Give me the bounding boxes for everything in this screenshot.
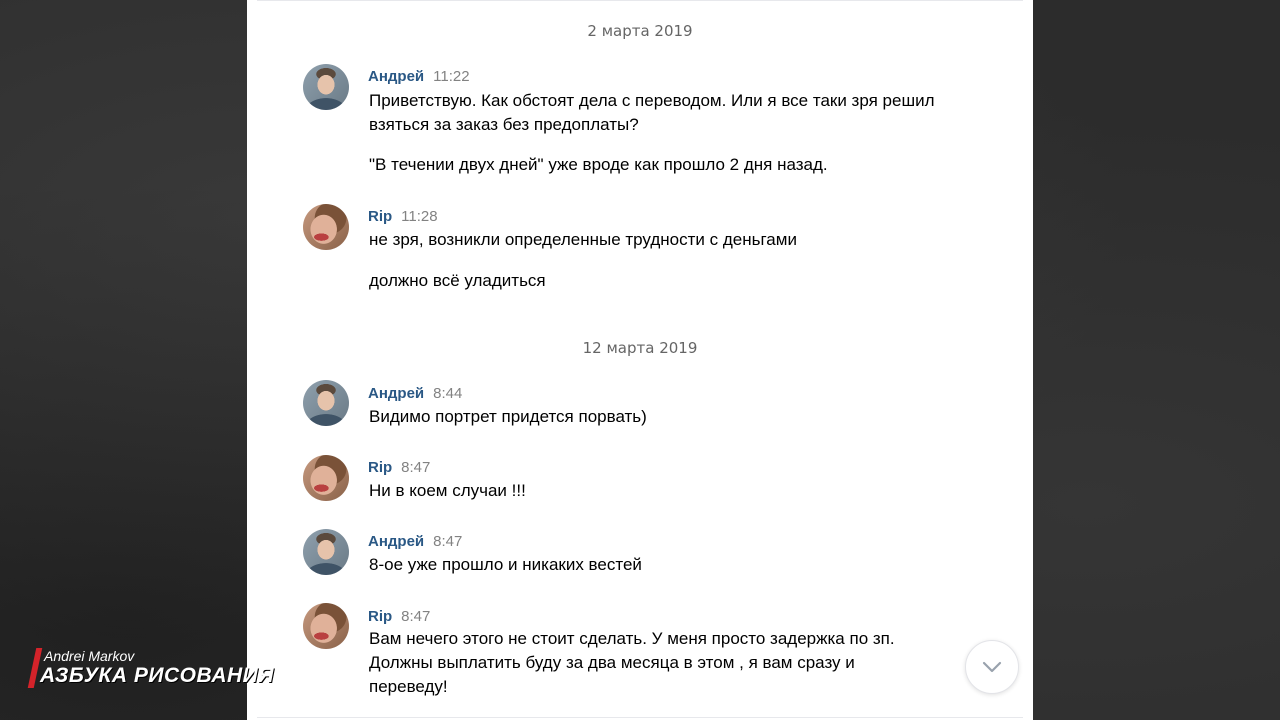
top-divider: [257, 0, 1023, 1]
channel-watermark: Andrei Markov АЗБУКА РИСОВАНИЯ: [27, 646, 274, 692]
date-separator: 12 марта 2019: [582, 339, 698, 357]
chevron-down-icon: [982, 661, 1002, 673]
message-header: Андрей 8:44: [368, 384, 462, 402]
message-text: должно всё уладиться: [369, 271, 546, 290]
author-link[interactable]: Андрей: [368, 385, 424, 402]
avatar-rip[interactable]: [303, 204, 349, 250]
message-header: Rip 8:47: [368, 607, 430, 625]
watermark-author: Andrei Markov: [44, 648, 135, 664]
avatar-rip[interactable]: [303, 455, 349, 501]
message-time: 11:28: [401, 208, 438, 225]
author-link[interactable]: Rip: [368, 208, 392, 225]
chat-history-panel: 2 марта 2019 Андрей 11:22 Приветствую. Ка…: [247, 0, 1033, 720]
author-link[interactable]: Андрей: [368, 68, 424, 85]
avatar-andrey[interactable]: [303, 529, 349, 575]
message-text: Ни в коем случаи !!!: [369, 481, 526, 500]
message-text: 8-ое уже прошло и никаких вестей: [369, 555, 642, 574]
author-link[interactable]: Андрей: [368, 533, 424, 550]
author-link[interactable]: Rip: [368, 608, 392, 625]
message-header: Rip 8:47: [368, 458, 430, 476]
watermark-title: АЗБУКА РИСОВАНИЯ: [40, 664, 275, 687]
message-time: 8:47: [401, 608, 431, 625]
avatar-andrey[interactable]: [303, 64, 349, 110]
message-text: не зря, возникли определенные трудности …: [369, 230, 797, 249]
bottom-divider: [257, 717, 1023, 718]
message-time: 11:22: [433, 68, 470, 85]
message-header: Андрей 11:22: [368, 67, 470, 85]
message-text: Вам нечего этого не стоит сделать. У мен…: [369, 629, 895, 696]
message-text: Приветствую. Как обстоят дела с переводо…: [369, 91, 935, 134]
avatar-andrey[interactable]: [303, 380, 349, 426]
message-text: "В течении двух дней" уже вроде как прош…: [369, 155, 828, 174]
message-time: 8:47: [401, 459, 431, 476]
message-time: 8:44: [433, 385, 463, 402]
scroll-down-button[interactable]: [965, 640, 1019, 694]
date-separator: 2 марта 2019: [587, 22, 693, 40]
author-link[interactable]: Rip: [368, 459, 392, 476]
message-time: 8:47: [433, 533, 463, 550]
avatar-rip[interactable]: [303, 603, 349, 649]
message-header: Rip 11:28: [368, 207, 438, 225]
message-header: Андрей 8:47: [368, 532, 462, 550]
message-text: Видимо портрет придется порвать): [369, 407, 647, 426]
